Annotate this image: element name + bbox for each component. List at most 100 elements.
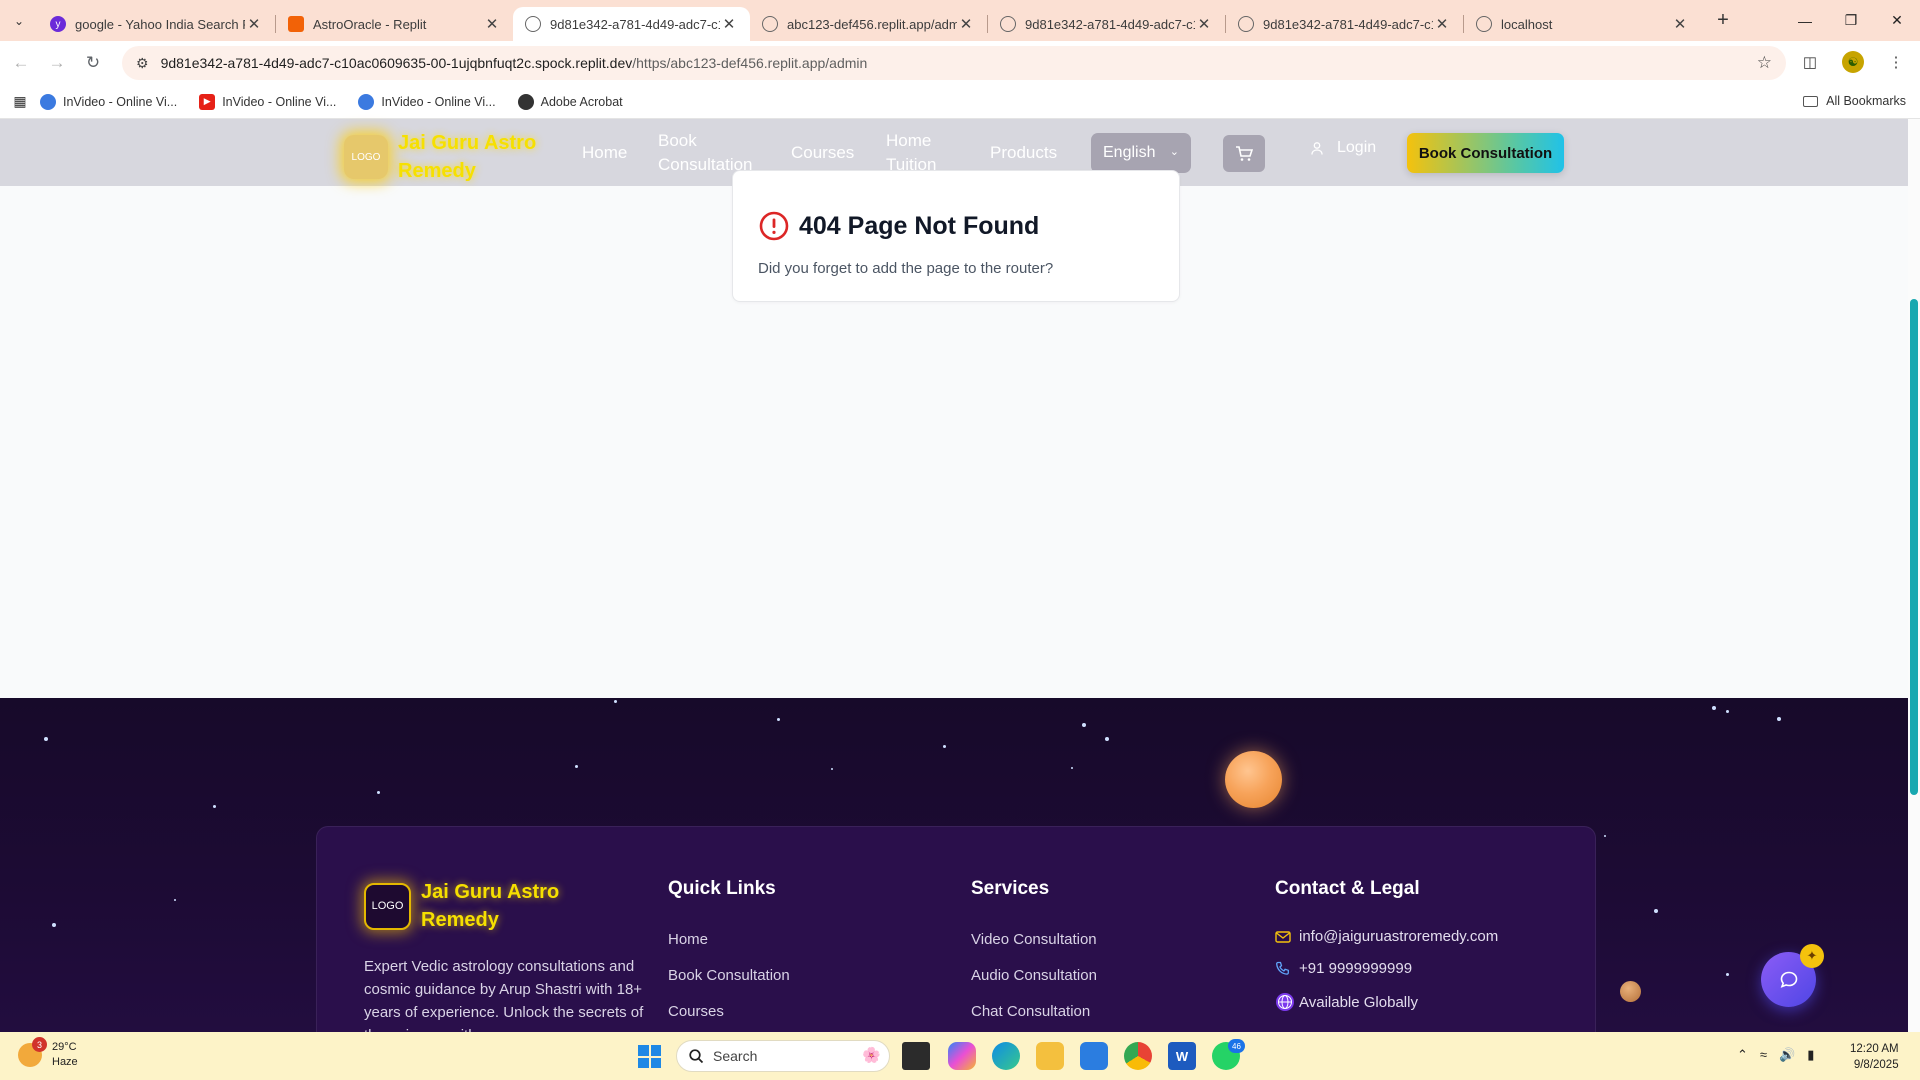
page-scrollbar[interactable] <box>1908 119 1920 1032</box>
tab-title: 9d81e342-a781-4d49-adc7-c10 <box>1025 16 1195 32</box>
close-tab-icon[interactable]: ✕ <box>1671 15 1689 33</box>
browser-tab-strip: ⌄ y google - Yahoo India Search Re ✕ Ast… <box>0 0 1920 41</box>
footer-brand[interactable]: LOGO Jai Guru Astro Remedy <box>364 878 581 934</box>
address-bar[interactable]: ⚙ 9d81e342-a781-4d49-adc7-c10ac0609635-0… <box>122 46 1786 80</box>
new-tab-icon[interactable]: + <box>1705 9 1741 32</box>
star-decoration <box>831 768 833 770</box>
site-logo: LOGO <box>344 135 388 179</box>
youtube-icon: ▶ <box>199 93 216 110</box>
close-window-icon[interactable]: ✕ <box>1874 0 1920 41</box>
contact-phone[interactable]: +91 9999999999 <box>1275 960 1412 977</box>
bookmark-item[interactable]: Adobe Acrobat <box>517 93 623 110</box>
footer-link-video-consultation[interactable]: Video Consultation <box>971 931 1097 948</box>
file-explorer-icon[interactable] <box>1036 1042 1064 1070</box>
battery-icon[interactable]: ▮ <box>1807 1047 1814 1063</box>
site-brand[interactable]: LOGO Jai Guru Astro Remedy <box>344 129 558 185</box>
copilot-icon[interactable] <box>948 1042 976 1070</box>
store-icon[interactable] <box>1080 1042 1108 1070</box>
contact-email-text: info@jaiguruastroremedy.com <box>1299 928 1499 945</box>
apps-grid-icon[interactable]: ▦ <box>0 93 40 110</box>
nav-home[interactable]: Home <box>582 119 627 186</box>
weather-widget[interactable]: 3 29°C Haze <box>18 1037 78 1070</box>
close-tab-icon[interactable]: ✕ <box>720 15 738 33</box>
footer-link-courses[interactable]: Courses <box>668 1003 724 1020</box>
forward-icon[interactable]: → <box>42 48 72 78</box>
bookmark-label: InVideo - Online Vi... <box>222 94 337 109</box>
globe-icon <box>1000 16 1016 32</box>
star-decoration <box>213 805 216 808</box>
footer-link-home[interactable]: Home <box>668 931 708 948</box>
globe-icon <box>1476 16 1492 32</box>
bookmark-star-icon[interactable]: ☆ <box>1757 53 1772 73</box>
weather-text: 29°C Haze <box>52 1040 78 1070</box>
scrollbar-thumb[interactable] <box>1910 299 1918 795</box>
browser-tab[interactable]: y google - Yahoo India Search Re ✕ <box>38 7 275 41</box>
word-icon[interactable]: W <box>1168 1042 1196 1070</box>
site-footer <box>0 698 1920 1032</box>
services-heading: Services <box>971 878 1050 899</box>
bookmarks-bar: ▦ InVideo - Online Vi... ▶ InVideo - Onl… <box>0 85 1920 119</box>
browser-tab[interactable]: 9d81e342-a781-4d49-adc7-c10 ✕ <box>988 7 1225 41</box>
tab-search-dropdown-icon[interactable]: ⌄ <box>0 0 38 41</box>
footer-link-chat-consultation[interactable]: Chat Consultation <box>971 1003 1090 1020</box>
restore-icon[interactable]: ❐ <box>1828 0 1874 41</box>
extensions-icon[interactable]: ◫ <box>1796 48 1824 76</box>
browser-tab-active[interactable]: 9d81e342-a781-4d49-adc7-c10 ✕ <box>513 7 750 41</box>
star-decoration <box>1777 717 1781 721</box>
task-view-icon[interactable] <box>902 1042 930 1070</box>
window-controls: — ❐ ✕ <box>1782 0 1920 41</box>
windows-start-icon[interactable] <box>638 1045 661 1068</box>
contact-email[interactable]: info@jaiguruastroremedy.com <box>1275 928 1498 945</box>
star-decoration <box>1082 723 1086 727</box>
site-info-icon[interactable]: ⚙ <box>136 55 149 72</box>
menu-icon[interactable]: ⋮ <box>1882 48 1910 76</box>
bookmark-item[interactable]: InVideo - Online Vi... <box>40 93 177 110</box>
footer-link-audio-consultation[interactable]: Audio Consultation <box>971 967 1097 984</box>
chrome-icon[interactable] <box>1124 1042 1152 1070</box>
language-value: English <box>1103 144 1156 161</box>
close-tab-icon[interactable]: ✕ <box>1433 15 1451 33</box>
show-hidden-icons-icon[interactable]: ⌃ <box>1737 1047 1748 1063</box>
not-found-description: Did you forget to add the page to the ro… <box>758 260 1054 277</box>
close-tab-icon[interactable]: ✕ <box>483 15 501 33</box>
url-path: /https/abc123-def456.replit.app/admin <box>632 55 868 71</box>
yahoo-icon: y <box>50 16 66 32</box>
taskbar-search[interactable]: Search 🌸 <box>676 1040 890 1072</box>
footer-description: Expert Vedic astrology consultations and… <box>364 958 644 1032</box>
reload-icon[interactable]: ↻ <box>78 48 108 78</box>
browser-tab[interactable]: abc123-def456.replit.app/admi ✕ <box>750 7 987 41</box>
profile-avatar[interactable]: ☯ <box>1842 51 1864 73</box>
close-tab-icon[interactable]: ✕ <box>1195 15 1213 33</box>
star-decoration <box>777 718 780 721</box>
bookmark-item[interactable]: InVideo - Online Vi... <box>358 93 496 110</box>
volume-icon[interactable]: 🔊 <box>1779 1047 1795 1063</box>
toolbar-actions: ◫ ☯ ⋮ <box>1796 48 1910 76</box>
language-select[interactable]: English ⌄ <box>1091 133 1191 173</box>
tab-title: google - Yahoo India Search Re <box>75 16 245 32</box>
back-icon[interactable]: ← <box>6 48 36 78</box>
globe-icon <box>525 16 541 32</box>
weather-sun-icon: 3 <box>18 1037 47 1067</box>
browser-toolbar: ← → ↻ ⚙ 9d81e342-a781-4d49-adc7-c10ac060… <box>0 41 1920 85</box>
browser-tab[interactable]: 9d81e342-a781-4d49-adc7-c10 ✕ <box>1226 7 1463 41</box>
login-button[interactable]: Login <box>1311 139 1376 157</box>
bookmark-item[interactable]: ▶ InVideo - Online Vi... <box>199 93 337 110</box>
minimize-icon[interactable]: — <box>1782 0 1828 41</box>
all-bookmarks-button[interactable]: All Bookmarks <box>1803 94 1906 108</box>
cart-button[interactable] <box>1223 135 1265 172</box>
wifi-icon[interactable]: ≈ <box>1760 1047 1767 1063</box>
star-decoration <box>44 737 48 741</box>
close-tab-icon[interactable]: ✕ <box>957 15 975 33</box>
browser-tab[interactable]: localhost ✕ <box>1464 7 1701 41</box>
book-consultation-button[interactable]: Book Consultation <box>1407 133 1564 173</box>
taskbar-clock[interactable]: 12:20 AM 9/8/2025 <box>1850 1041 1899 1073</box>
browser-tab[interactable]: AstroOracle - Replit ✕ <box>276 7 513 41</box>
search-placeholder: Search <box>713 1048 758 1064</box>
star-decoration <box>1712 706 1716 710</box>
footer-link-book-consultation[interactable]: Book Consultation <box>668 967 790 984</box>
contact-heading: Contact & Legal <box>1275 878 1420 899</box>
search-highlight-icon: 🌸 <box>862 1047 881 1064</box>
footer-logo: LOGO <box>364 882 411 930</box>
edge-icon[interactable] <box>992 1042 1020 1070</box>
close-tab-icon[interactable]: ✕ <box>245 15 263 33</box>
